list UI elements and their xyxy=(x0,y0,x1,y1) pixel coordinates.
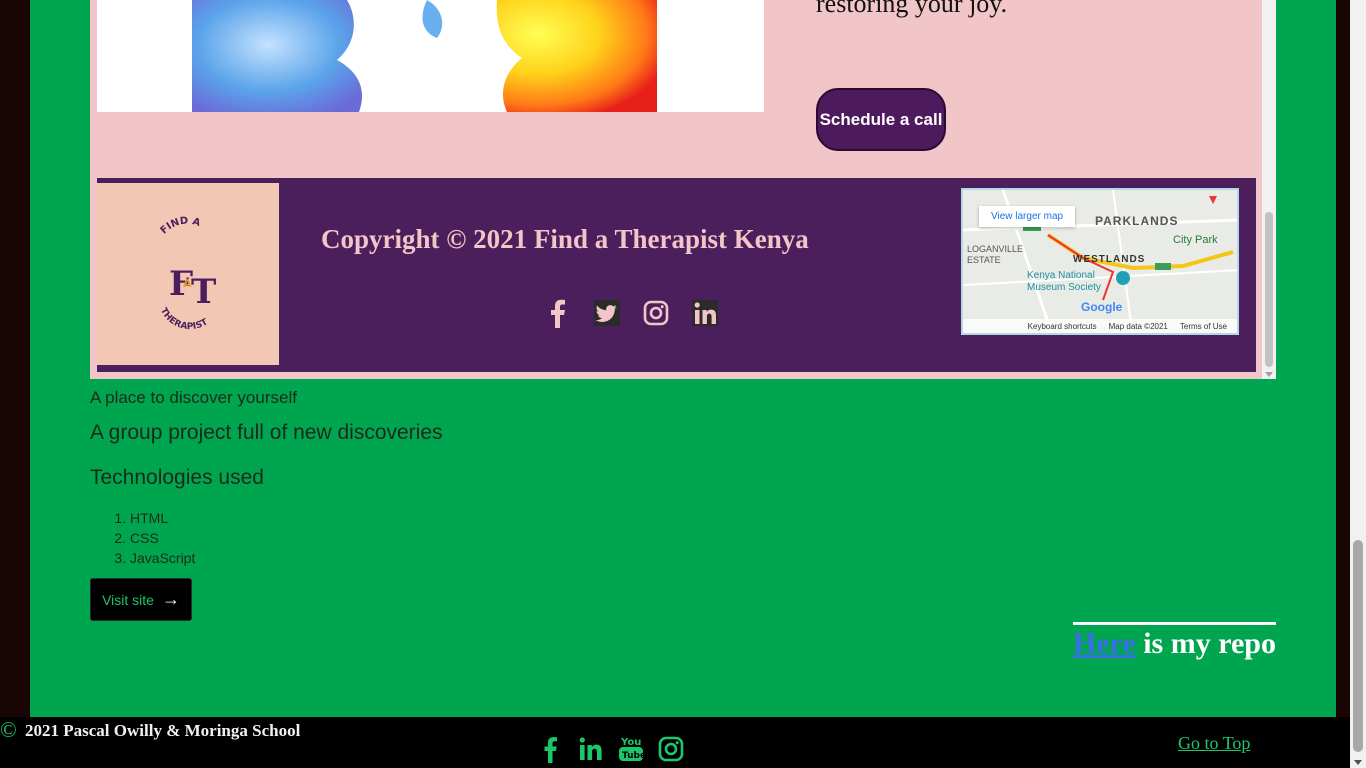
map-label: WESTLANDS xyxy=(1073,254,1146,265)
linkedin-icon[interactable] xyxy=(692,298,718,328)
svg-text:FIND A: FIND A xyxy=(159,216,202,237)
site-footer: © 2021 Pascal Owilly & Moringa School Yo… xyxy=(0,717,1350,768)
page-scrollbar-thumb[interactable] xyxy=(1353,540,1363,752)
find-a-therapist-logo: FIND A F A T THERAPIST xyxy=(97,183,279,365)
list-item: JavaScript xyxy=(130,548,195,568)
preview-footer: FIND A F A T THERAPIST Copyright © 2021 … xyxy=(97,178,1256,372)
preview-tagline: restoring your joy. xyxy=(816,0,1008,18)
page-scrollbar[interactable] xyxy=(1350,0,1366,768)
list-item: HTML xyxy=(130,508,195,528)
instagram-icon[interactable] xyxy=(658,735,684,763)
footer-social-links: You Tube xyxy=(538,735,684,763)
linkedin-icon[interactable] xyxy=(578,735,604,763)
visit-site-label: Visit site xyxy=(102,591,154,608)
arrow-right-icon: → xyxy=(161,589,180,609)
project-tagline: A place to discover yourself xyxy=(90,388,297,407)
map-label: City Park xyxy=(1173,234,1218,246)
schedule-call-button[interactable]: Schedule a call xyxy=(816,88,946,151)
map-label: PARKLANDS xyxy=(1095,214,1179,228)
hero-image xyxy=(97,0,764,112)
preview-scrollbar[interactable] xyxy=(1262,0,1276,379)
map-data-credit: Map data ©2021 xyxy=(1108,321,1168,331)
google-logo: Google xyxy=(1081,300,1123,314)
map-keyboard-shortcuts[interactable]: Keyboard shortcuts xyxy=(1028,322,1097,331)
map-attribution-bar: Keyboard shortcuts Map data ©2021 Terms … xyxy=(963,319,1237,333)
repo-link[interactable]: Here xyxy=(1073,627,1136,660)
left-border xyxy=(0,0,30,717)
go-to-top-link[interactable]: Go to Top xyxy=(1178,733,1250,754)
scroll-down-arrow[interactable] xyxy=(1354,760,1362,765)
visit-site-button[interactable]: Visit site → xyxy=(90,578,192,621)
facebook-icon[interactable] xyxy=(538,735,564,763)
list-item: CSS xyxy=(130,528,195,548)
preview-scroll-down-arrow[interactable] xyxy=(1265,372,1273,377)
map-label: Kenya National Museum Society xyxy=(1027,270,1101,293)
youtube-icon[interactable]: You Tube xyxy=(618,735,646,763)
project-preview-frame[interactable]: restoring your joy. Schedule a call FIND… xyxy=(90,0,1276,379)
technologies-heading: Technologies used xyxy=(90,466,264,489)
project-subtitle: A group project full of new discoveries xyxy=(90,421,443,444)
right-border xyxy=(1336,0,1350,717)
technologies-list: HTML CSS JavaScript xyxy=(130,508,195,568)
map-label: LOGANVILLE ESTATE xyxy=(967,244,1024,265)
svg-text:You: You xyxy=(620,737,641,748)
preview-social-links xyxy=(545,298,718,328)
facebook-icon[interactable] xyxy=(545,298,571,328)
repo-text: is my repo xyxy=(1135,627,1276,660)
preview-copyright: Copyright © 2021 Find a Therapist Kenya xyxy=(321,224,809,254)
copyright-icon: © xyxy=(0,717,17,742)
view-larger-map-button[interactable]: View larger map xyxy=(979,206,1076,227)
map-terms-link[interactable]: Terms of Use xyxy=(1180,322,1227,331)
twitter-icon[interactable] xyxy=(594,298,620,328)
svg-text:Tube: Tube xyxy=(622,751,644,761)
svg-text:T: T xyxy=(191,272,216,312)
google-map-embed[interactable]: View larger map PARKLANDS City Park WEST… xyxy=(961,188,1239,335)
preview-scrollbar-thumb[interactable] xyxy=(1265,212,1273,367)
footer-copyright: 2021 Pascal Owilly & Moringa School xyxy=(25,721,301,740)
repo-line: Here is my repo xyxy=(1072,622,1276,661)
instagram-icon[interactable] xyxy=(643,298,669,328)
